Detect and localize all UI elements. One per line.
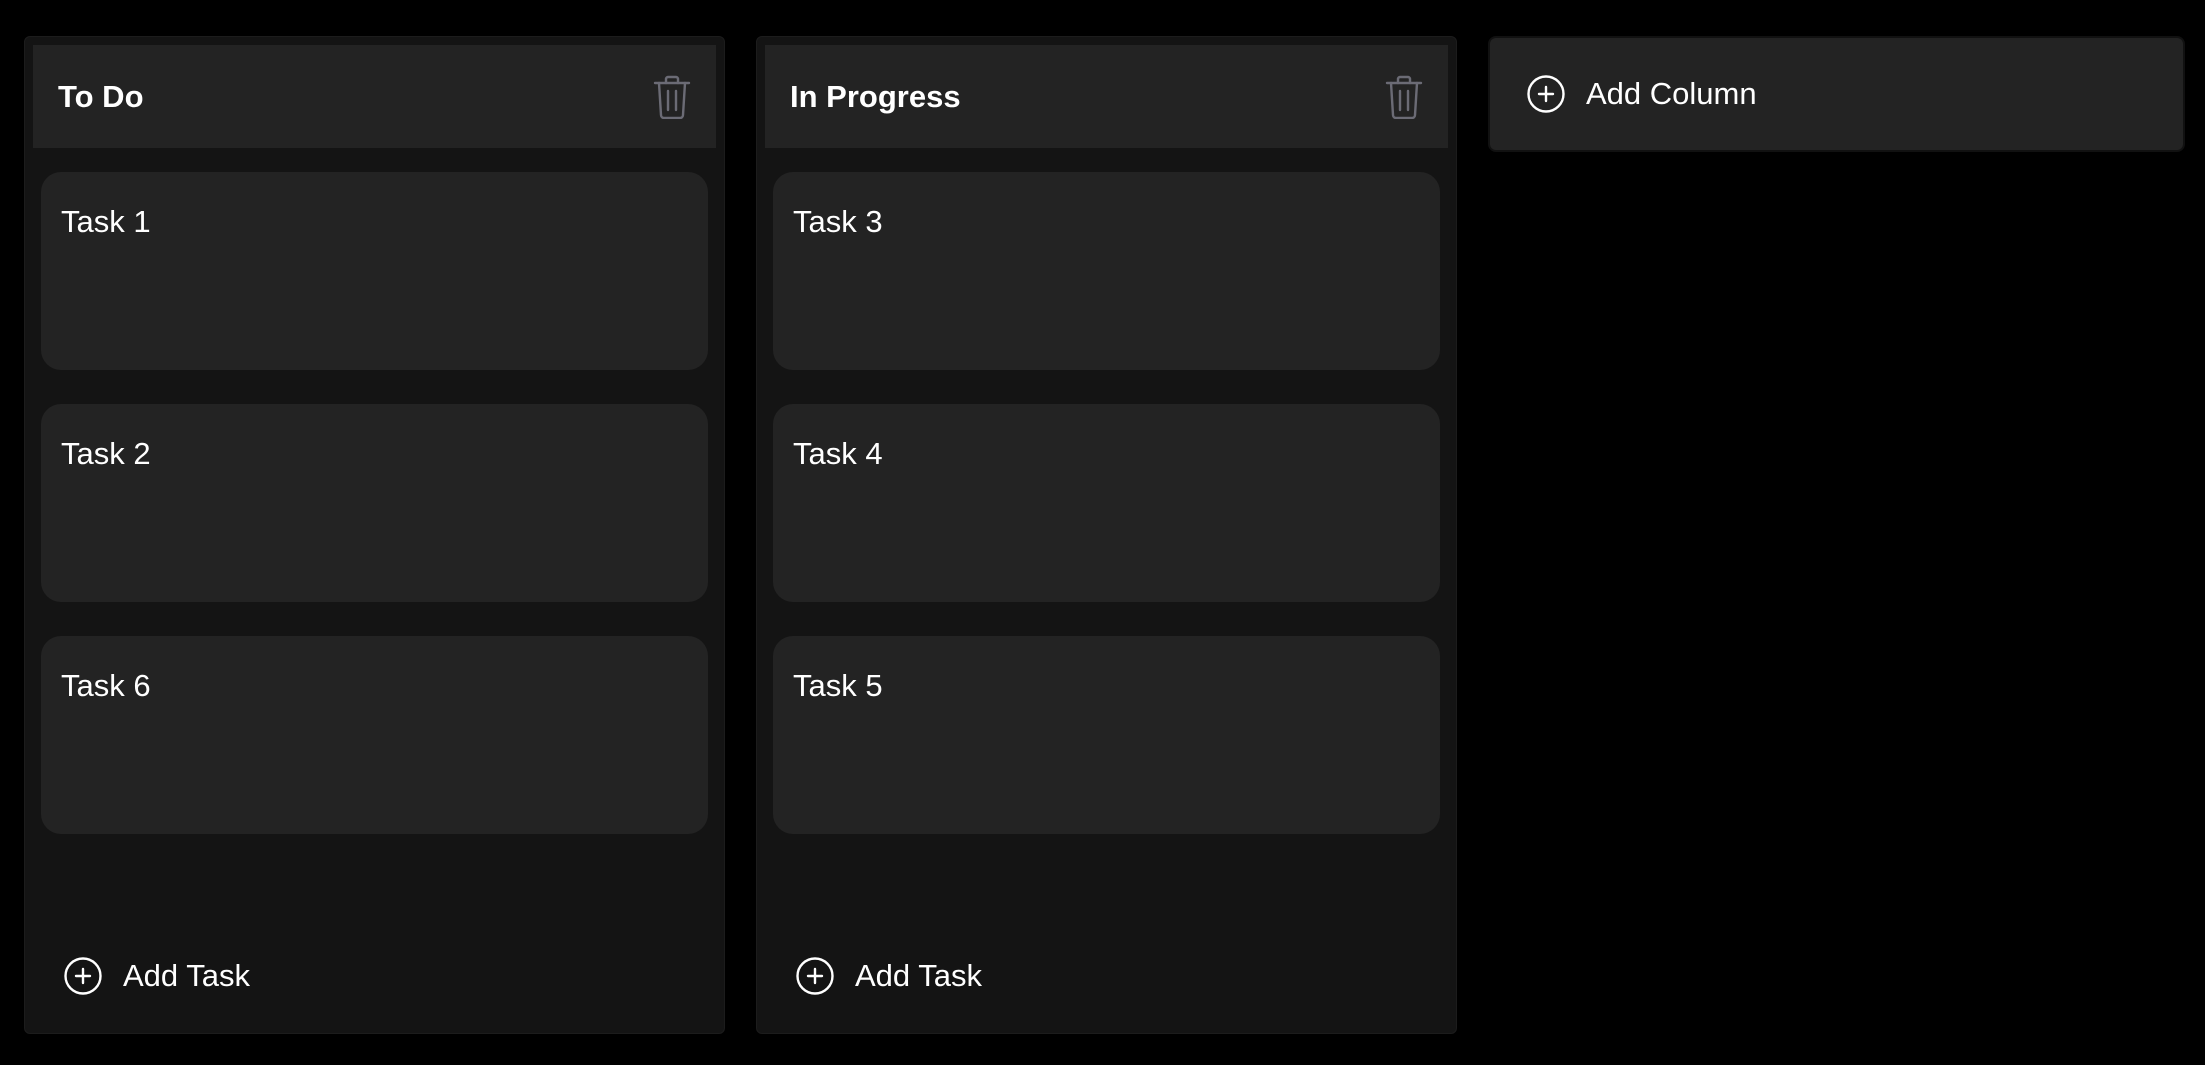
add-task-button[interactable]: Add Task [795, 956, 982, 996]
kanban-board: To Do Task 1 Task 2 Task 6 Add Task In P… [0, 0, 2205, 1065]
column-header[interactable]: To Do [33, 45, 716, 148]
task-card-text: Task 2 [61, 436, 151, 471]
plus-circle-icon [1527, 75, 1565, 113]
add-column-button[interactable]: Add Column [1488, 36, 2185, 152]
add-task-label: Add Task [855, 958, 982, 993]
add-task-button[interactable]: Add Task [63, 956, 250, 996]
task-card-text: Task 4 [793, 436, 883, 471]
task-card[interactable]: Task 2 [41, 404, 708, 602]
plus-circle-icon [64, 957, 102, 995]
column-title[interactable]: In Progress [790, 79, 961, 115]
task-card[interactable]: Task 6 [41, 636, 708, 834]
column-to-do: To Do Task 1 Task 2 Task 6 Add Task [24, 36, 725, 1034]
task-card[interactable]: Task 5 [773, 636, 1440, 834]
add-column-label: Add Column [1586, 76, 1757, 111]
column-header[interactable]: In Progress [765, 45, 1448, 148]
delete-column-button[interactable] [650, 75, 694, 119]
trash-icon [1385, 75, 1423, 119]
trash-icon [653, 75, 691, 119]
plus-circle-icon [796, 957, 834, 995]
task-card[interactable]: Task 3 [773, 172, 1440, 370]
task-card-text: Task 5 [793, 668, 883, 703]
task-card-text: Task 3 [793, 204, 883, 239]
add-task-label: Add Task [123, 958, 250, 993]
task-card[interactable]: Task 4 [773, 404, 1440, 602]
column-in-progress: In Progress Task 3 Task 4 Task 5 Add Tas… [756, 36, 1457, 1034]
task-card-text: Task 6 [61, 668, 151, 703]
task-card[interactable]: Task 1 [41, 172, 708, 370]
delete-column-button[interactable] [1382, 75, 1426, 119]
task-card-text: Task 1 [61, 204, 151, 239]
column-title[interactable]: To Do [58, 79, 144, 115]
